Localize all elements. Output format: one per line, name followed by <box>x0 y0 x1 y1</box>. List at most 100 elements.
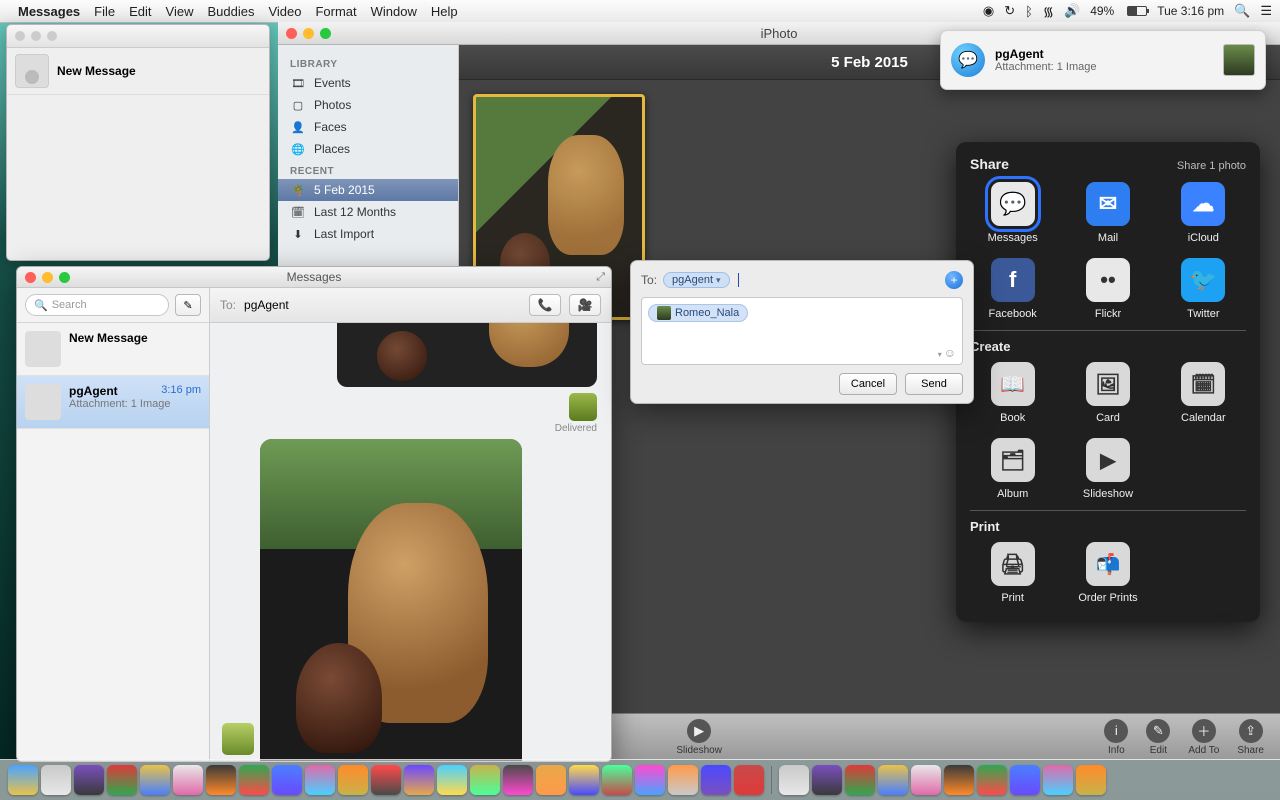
menu-buddies[interactable]: Buddies <box>207 4 254 19</box>
dock-app-32[interactable] <box>1043 765 1073 795</box>
share-button[interactable]: ⇪Share <box>1237 719 1264 756</box>
compose-button[interactable]: ✎ <box>175 294 201 316</box>
conversation-new[interactable]: New Message <box>17 323 209 376</box>
dock-app-16[interactable] <box>536 765 566 795</box>
spotlight-icon[interactable]: 🔍 <box>1234 3 1250 19</box>
dock[interactable] <box>0 759 1280 800</box>
dock-app-21[interactable] <box>701 765 731 795</box>
app-menu[interactable]: Messages <box>18 4 80 19</box>
messages-titlebar[interactable]: Messages ⤢ <box>17 267 611 288</box>
incoming-image-message[interactable] <box>260 439 522 761</box>
menuextra-timemachine-icon[interactable]: ↻ <box>1004 3 1015 19</box>
menu-file[interactable]: File <box>94 4 115 19</box>
add-recipient-button[interactable]: + <box>945 271 963 289</box>
menubar[interactable]: Messages File Edit View Buddies Video Fo… <box>0 0 1280 23</box>
dock-app-8[interactable] <box>272 765 302 795</box>
create-book[interactable]: 📖Book <box>970 362 1055 424</box>
audio-call-button[interactable]: 📞 <box>529 294 561 316</box>
video-call-button[interactable]: 🎥 <box>569 294 601 316</box>
notification-center-icon[interactable]: ☰ <box>1260 3 1272 19</box>
edit-button[interactable]: ✎Edit <box>1146 719 1170 756</box>
dock-app-27[interactable] <box>878 765 908 795</box>
dock-app-7[interactable] <box>239 765 269 795</box>
dock-app-0[interactable] <box>8 765 38 795</box>
message-transcript[interactable]: Delivered <box>210 323 611 761</box>
dock-app-4[interactable] <box>140 765 170 795</box>
messages-window[interactable]: Messages ⤢ 🔍 Search ✎ New Message <box>16 266 612 762</box>
menuextra-wifi-icon[interactable]: ᯾ <box>1043 2 1054 20</box>
dock-app-18[interactable] <box>602 765 632 795</box>
sidebar-item-last12[interactable]: 🗓Last 12 Months <box>278 201 458 223</box>
share-mail[interactable]: ✉︎Mail <box>1065 182 1150 244</box>
sidebar-item-places[interactable]: 🌐Places <box>278 138 458 160</box>
dock-app-12[interactable] <box>404 765 434 795</box>
dock-app-17[interactable] <box>569 765 599 795</box>
dock-app-19[interactable] <box>635 765 665 795</box>
menu-view[interactable]: View <box>166 4 194 19</box>
share-messages[interactable]: 💬Messages <box>970 182 1055 244</box>
attachment-chip[interactable]: Romeo_Nala <box>648 304 748 322</box>
menu-format[interactable]: Format <box>315 4 356 19</box>
dock-app-33[interactable] <box>1076 765 1106 795</box>
sidebar-item-events[interactable]: 🎞Events <box>278 72 458 94</box>
dock-app-26[interactable] <box>845 765 875 795</box>
battery-percent[interactable]: 49% <box>1090 4 1114 18</box>
dock-app-15[interactable] <box>503 765 533 795</box>
menuextra-evernote-icon[interactable]: ◉ <box>983 3 994 19</box>
notification-banner[interactable]: 💬 pgAgent Attachment: 1 Image <box>940 30 1266 90</box>
create-album[interactable]: 🗂Album <box>970 438 1055 500</box>
dock-app-3[interactable] <box>107 765 137 795</box>
sidebar-item-faces[interactable]: 👤Faces <box>278 116 458 138</box>
emoji-picker-button[interactable]: ☺ <box>938 346 956 360</box>
slideshow-button[interactable]: ▶ Slideshow <box>676 719 722 756</box>
create-calendar[interactable]: 🗓Calendar <box>1161 362 1246 424</box>
dock-app-10[interactable] <box>338 765 368 795</box>
share-twitter[interactable]: 🐦Twitter <box>1161 258 1246 320</box>
info-button[interactable]: iInfo <box>1104 719 1128 756</box>
menu-edit[interactable]: Edit <box>129 4 151 19</box>
cancel-button[interactable]: Cancel <box>839 373 897 395</box>
background-messages-window[interactable]: New Message <box>6 24 270 261</box>
dock-app-20[interactable] <box>668 765 698 795</box>
share-icloud[interactable]: ☁︎iCloud <box>1161 182 1246 244</box>
menu-window[interactable]: Window <box>371 4 417 19</box>
dock-app-13[interactable] <box>437 765 467 795</box>
clock[interactable]: Tue 3:16 pm <box>1157 4 1224 18</box>
expand-icon[interactable]: ⤢ <box>596 271 605 284</box>
send-button[interactable]: Send <box>905 373 963 395</box>
menu-help[interactable]: Help <box>431 4 458 19</box>
sidebar-item-photos[interactable]: ▢Photos <box>278 94 458 116</box>
conversation-pgagent[interactable]: pgAgent3:16 pm Attachment: 1 Image <box>17 376 209 429</box>
outgoing-image-message[interactable] <box>337 323 597 387</box>
battery-icon[interactable] <box>1127 6 1147 16</box>
menuextra-volume-icon[interactable]: 🔊 <box>1064 3 1080 19</box>
dock-app-9[interactable] <box>305 765 335 795</box>
print-order-prints[interactable]: 📬Order Prints <box>1065 542 1150 604</box>
sidebar-item-recent-date[interactable]: 🌴5 Feb 2015 <box>278 179 458 201</box>
create-slideshow[interactable]: ▶Slideshow <box>1065 438 1150 500</box>
sidebar-item-lastimport[interactable]: ⬇︎Last Import <box>278 223 458 245</box>
print-print[interactable]: 🖨Print <box>970 542 1055 604</box>
share-facebook[interactable]: fFacebook <box>970 258 1055 320</box>
create-card[interactable]: 🖼Card <box>1065 362 1150 424</box>
menuextra-bluetooth-icon[interactable]: ᛒ <box>1025 4 1033 19</box>
search-input[interactable]: 🔍 Search <box>25 294 169 316</box>
dock-app-11[interactable] <box>371 765 401 795</box>
addto-button[interactable]: ＋Add To <box>1188 719 1219 756</box>
dock-app-25[interactable] <box>812 765 842 795</box>
dock-app-5[interactable] <box>173 765 203 795</box>
dock-app-31[interactable] <box>1010 765 1040 795</box>
dock-app-1[interactable] <box>41 765 71 795</box>
share-flickr[interactable]: ••Flickr <box>1065 258 1150 320</box>
dock-app-14[interactable] <box>470 765 500 795</box>
dock-app-22[interactable] <box>734 765 764 795</box>
dock-app-29[interactable] <box>944 765 974 795</box>
dock-app-6[interactable] <box>206 765 236 795</box>
dock-app-30[interactable] <box>977 765 1007 795</box>
dock-app-2[interactable] <box>74 765 104 795</box>
dock-app-28[interactable] <box>911 765 941 795</box>
dock-app-24[interactable] <box>779 765 809 795</box>
recipient-token[interactable]: pgAgent <box>663 272 730 288</box>
message-body-input[interactable]: Romeo_Nala ☺ <box>641 297 963 365</box>
menu-video[interactable]: Video <box>268 4 301 19</box>
